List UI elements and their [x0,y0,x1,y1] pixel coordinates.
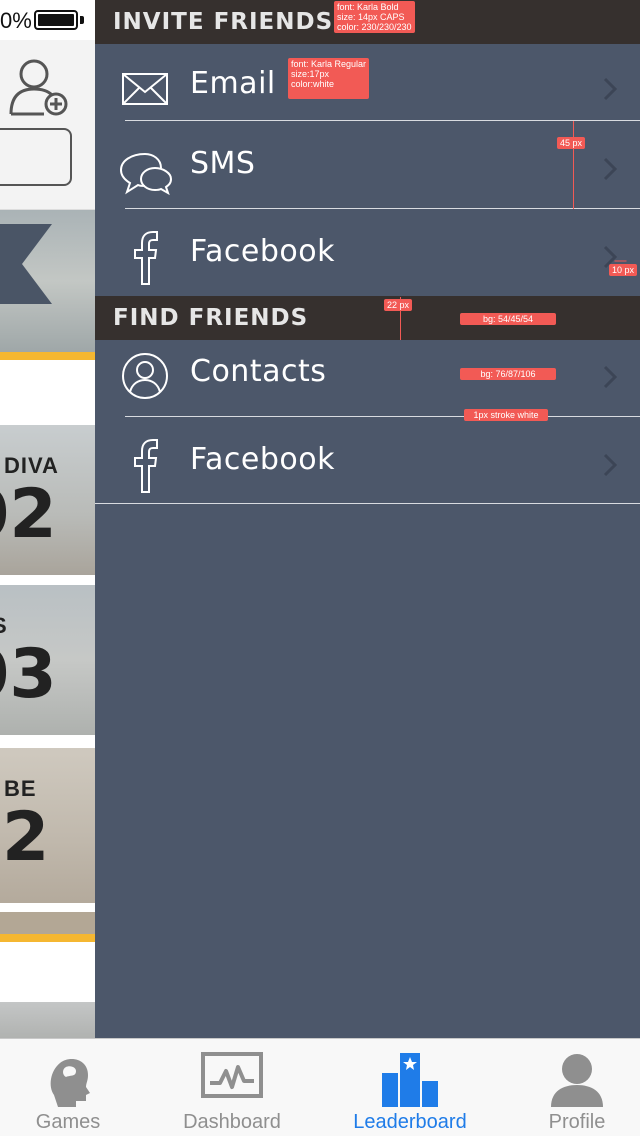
annotation-row-bg: bg: 76/87/106 [460,368,556,380]
battery-tip [80,16,84,24]
invite-facebook-label: Facebook [190,234,335,269]
background-card: BE 2 [0,748,95,903]
invite-facebook-row[interactable]: Facebook [95,212,640,300]
ribbon-icon [0,224,52,304]
find-facebook-row[interactable]: Facebook [95,420,640,508]
tab-bar: Games Dashboard Leaderboard Profile [0,1038,640,1136]
background-card [0,1002,95,1040]
tab-dashboard-label: Dashboard [183,1111,281,1133]
background-card [0,210,95,352]
facebook-icon [134,439,158,493]
annotation-row-height: 45 px [557,137,586,149]
tab-leaderboard-label: Leaderboard [353,1111,467,1133]
card-number: 03 [0,635,57,714]
background-screen: 0% DIVA 02 S 03 BE 2 [0,0,95,1040]
annotation-row-font: font: Karla Regular size:17px color:whit… [288,58,370,99]
status-bar: 0% [0,0,95,40]
annotation-header-height: 22 px [384,299,413,311]
chevron-right-icon [603,77,618,101]
invite-sms-label: SMS [190,146,256,181]
person-circle-icon [122,353,168,399]
background-card: DIVA 02 [0,425,95,575]
chevron-right-icon [603,157,618,181]
annotation-stroke: 1px stroke white [464,409,548,421]
facebook-icon [134,231,158,285]
tab-games[interactable]: Games [0,1039,148,1136]
find-friends-title: FIND FRIENDS [113,305,309,331]
annotation-line [573,121,574,209]
person-icon [551,1054,603,1107]
head-icon [50,1059,90,1107]
row-separator [95,503,640,504]
annotation-line [614,260,627,262]
podium-icon [382,1053,438,1107]
chevron-right-icon [603,365,618,389]
invite-friends-title: INVITE FRIENDS [113,9,334,35]
tab-dashboard[interactable]: Dashboard [152,1039,312,1136]
row-separator [125,416,640,417]
battery-percentage: 0% [0,8,32,33]
invite-panel: INVITE FRIENDS Email SMS Facebook FIND F… [95,0,640,1040]
annotation-header-font: font: Karla Bold size: 14px CAPS color: … [334,1,415,33]
chart-icon [201,1052,263,1098]
tab-games-label: Games [35,1111,101,1133]
chevron-right-icon [603,453,618,477]
search-box[interactable] [0,128,72,186]
card-number: 02 [0,475,57,554]
add-user-icon[interactable] [8,56,72,116]
battery-icon [34,10,78,30]
chat-bubbles-icon [119,153,173,196]
background-card-strip [0,912,95,934]
find-contacts-label: Contacts [190,354,327,389]
yellow-bar [0,934,95,942]
background-card: S 03 [0,585,95,735]
find-facebook-label: Facebook [190,442,335,477]
annotation-chevron-margin: 10 px [609,264,638,276]
tab-leaderboard[interactable]: Leaderboard [330,1039,490,1136]
row-separator [125,120,640,121]
card-number: 2 [2,798,50,877]
envelope-icon [122,73,168,105]
invite-email-label: Email [190,66,276,101]
background-header [0,40,95,210]
annotation-header-bg: bg: 54/45/54 [460,313,556,325]
yellow-bar [0,352,95,360]
tab-profile[interactable]: Profile [497,1039,640,1136]
find-contacts-row[interactable]: Contacts [95,332,640,420]
tab-profile-label: Profile [548,1111,606,1133]
row-separator [125,208,640,209]
